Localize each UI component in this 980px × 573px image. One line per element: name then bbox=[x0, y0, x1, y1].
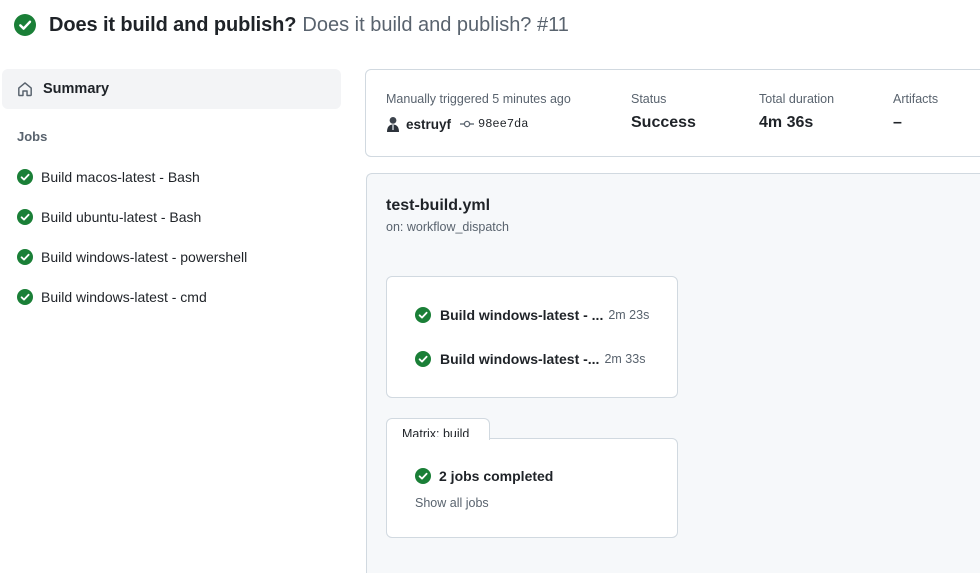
sidebar-job-windows-cmd[interactable]: Build windows-latest - cmd bbox=[17, 287, 207, 307]
sidebar-item-label: Summary bbox=[43, 81, 110, 97]
trigger-info: Manually triggered 5 minutes ago estruyf… bbox=[386, 92, 571, 132]
graph-job-name: Build windows-latest -... bbox=[440, 351, 600, 367]
jobs-heading: Jobs bbox=[17, 129, 48, 144]
sidebar-job-label: Build ubuntu-latest - Bash bbox=[41, 209, 202, 225]
sidebar-job-ubuntu-bash[interactable]: Build ubuntu-latest - Bash bbox=[17, 207, 201, 227]
check-circle-fill-icon bbox=[17, 249, 33, 265]
status-info: Status Success bbox=[631, 92, 696, 132]
check-circle-fill-icon bbox=[14, 14, 36, 36]
home-icon bbox=[18, 82, 32, 97]
check-circle-fill-icon bbox=[17, 209, 33, 225]
sidebar-job-windows-powershell[interactable]: Build windows-latest - powershell bbox=[17, 247, 247, 267]
graph-job-duration: 2m 23s bbox=[608, 308, 650, 322]
sidebar-job-macos-bash[interactable]: Build macos-latest - Bash bbox=[17, 167, 200, 187]
run-subtitle: Does it build and publish? #11 bbox=[302, 13, 569, 36]
duration-value: 4m 36s bbox=[759, 114, 814, 131]
matrix-tab-joint bbox=[387, 437, 489, 440]
artifacts-info: Artifacts – bbox=[893, 92, 938, 132]
matrix-status: 2 jobs completed bbox=[415, 468, 553, 484]
workflow-trigger: on: workflow_dispatch bbox=[386, 220, 509, 234]
graph-job-windows-1[interactable]: Build windows-latest - ... 2m 23s bbox=[415, 305, 649, 325]
avatar[interactable] bbox=[386, 116, 400, 132]
graph-jobs-box: Build windows-latest - ... 2m 23s Build … bbox=[386, 276, 678, 398]
run-header: Does it build and publish? Does it build… bbox=[14, 12, 569, 38]
run-info-card: Manually triggered 5 minutes ago estruyf… bbox=[365, 69, 980, 157]
sidebar-item-summary[interactable]: Summary bbox=[2, 69, 341, 109]
duration-label: Total duration bbox=[759, 92, 835, 106]
graph-job-windows-2[interactable]: Build windows-latest -... 2m 33s bbox=[415, 349, 645, 369]
sidebar-job-label: Build windows-latest - cmd bbox=[41, 289, 207, 305]
sidebar-job-label: Build macos-latest - Bash bbox=[41, 169, 200, 185]
sidebar-job-label: Build windows-latest - powershell bbox=[41, 249, 248, 265]
status-label: Status bbox=[631, 92, 667, 106]
check-circle-fill-icon bbox=[17, 289, 33, 305]
show-all-jobs-link[interactable]: Show all jobs bbox=[415, 496, 489, 510]
trigger-text: Manually triggered 5 minutes ago bbox=[386, 92, 571, 106]
matrix-status-text: 2 jobs completed bbox=[439, 468, 554, 484]
workflow-file-name: test-build.yml bbox=[386, 197, 491, 214]
matrix-box: 2 jobs completed Show all jobs bbox=[386, 438, 678, 538]
status-value: Success bbox=[631, 114, 696, 131]
commit-sha-link[interactable]: 98ee7da bbox=[478, 117, 528, 131]
artifacts-label: Artifacts bbox=[893, 92, 939, 106]
duration-info: Total duration 4m 36s bbox=[759, 92, 834, 132]
graph-job-duration: 2m 33s bbox=[604, 352, 646, 366]
graph-job-name: Build windows-latest - ... bbox=[440, 307, 604, 323]
check-circle-fill-icon bbox=[415, 468, 431, 484]
actor-link[interactable]: estruyf bbox=[406, 117, 451, 132]
check-circle-fill-icon bbox=[17, 169, 33, 185]
check-circle-fill-icon bbox=[415, 307, 431, 323]
page-title: Does it build and publish? bbox=[49, 13, 297, 36]
check-circle-fill-icon bbox=[415, 351, 431, 367]
artifacts-value: – bbox=[893, 114, 902, 131]
git-commit-icon bbox=[460, 120, 475, 128]
